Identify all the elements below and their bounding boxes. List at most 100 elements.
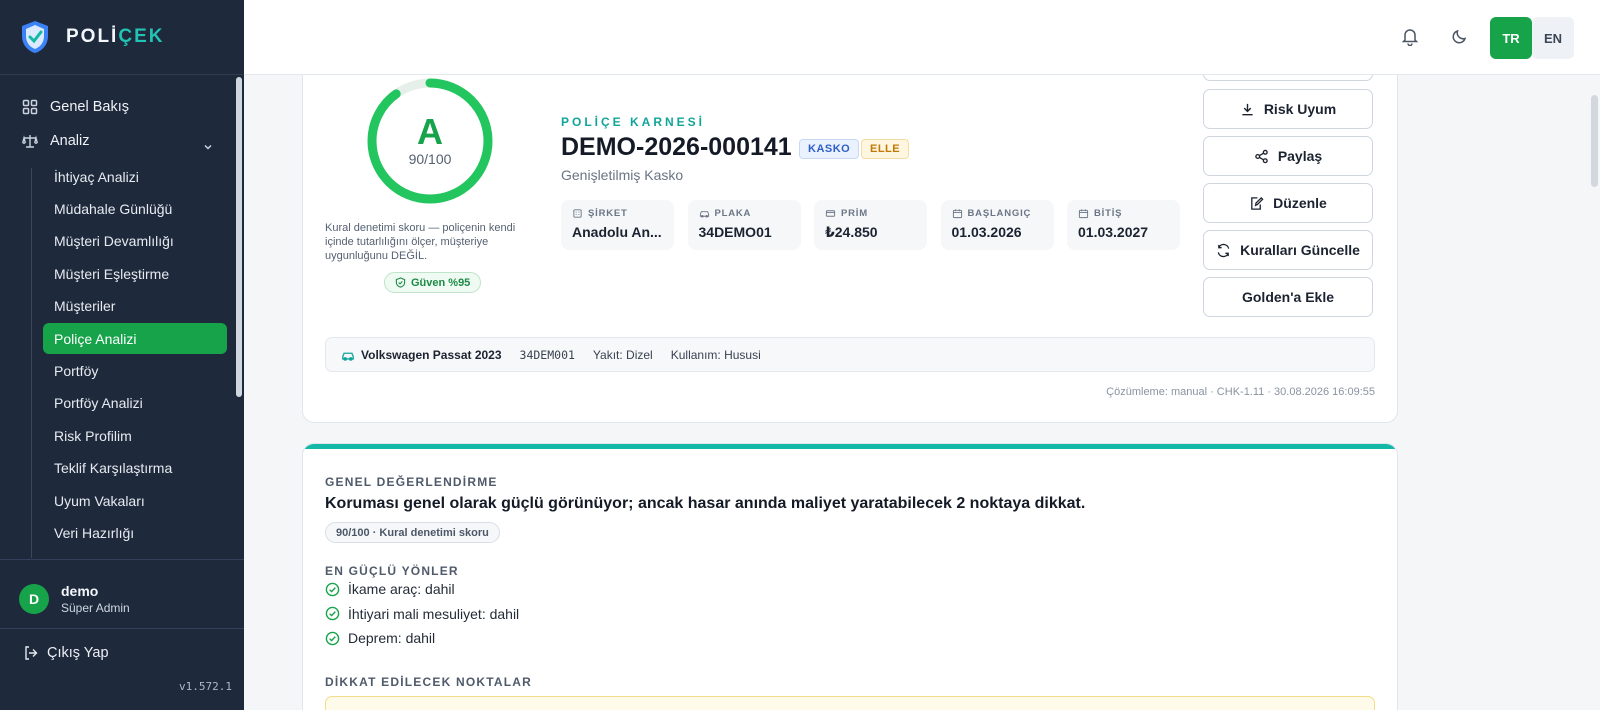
strength-text: İkame araç: dahil — [348, 581, 455, 597]
check-circle-icon — [325, 631, 340, 645]
info-label-text: ŞİRKET — [588, 208, 628, 219]
user-profile[interactable]: D demo Süper Admin — [19, 583, 130, 615]
policy-eyebrow: POLİÇE KARNESİ — [561, 115, 706, 129]
strength-text: İhtiyari mali mesuliyet: dahil — [348, 605, 520, 622]
trust-label: Güven %95 — [411, 276, 471, 289]
sidebar-subitem[interactable]: Müşteri Eşleştirme — [43, 258, 227, 289]
edit-button[interactable]: Düzenle — [1203, 183, 1373, 223]
bell-icon[interactable] — [1400, 26, 1420, 46]
info-value: Anadolu An... — [572, 224, 662, 240]
download-icon — [1242, 103, 1253, 115]
edit-label: Düzenle — [1273, 195, 1327, 211]
lang-en-button[interactable]: EN — [1532, 17, 1574, 59]
share-icon — [1255, 149, 1268, 163]
policy-subtitle: Genişletilmiş Kasko — [561, 167, 684, 183]
info-value: 34DEMO01 — [698, 224, 772, 240]
user-name: demo — [61, 583, 99, 599]
nav-item-label: Analiz — [50, 133, 90, 149]
nav-item-overview[interactable]: Genel Bakış — [22, 99, 129, 115]
sidebar-subitem[interactable]: Müdahale Günlüğü — [43, 193, 227, 224]
update-rules-button[interactable]: Kuralları Güncelle — [1203, 230, 1373, 270]
user-role: Süper Admin — [61, 601, 130, 615]
strength-item: Deprem: dahil — [325, 630, 435, 646]
info-box: PLAKA 34DEMO01 — [687, 200, 801, 250]
sidebar-subitem[interactable]: Portföy Analizi — [43, 388, 227, 419]
vehicle-name: Volkswagen Passat 2023 — [361, 347, 502, 362]
strength-item: İkame araç: dahil — [325, 581, 455, 597]
info-label-text: PRİM — [841, 208, 868, 219]
trust-badge: Güven %95 — [384, 272, 482, 293]
share-label: Paylaş — [1277, 148, 1323, 164]
attention-item — [325, 696, 1375, 710]
policy-type-badge: KASKO — [799, 139, 860, 159]
topbar: TR EN — [244, 0, 1600, 75]
vehicle-fuel: Yakıt: Dizel — [592, 347, 653, 362]
moon-icon[interactable] — [1450, 26, 1470, 46]
vehicle-info-bar: Volkswagen Passat 2023 34DEM001 Yakıt: D… — [325, 337, 1375, 372]
divider — [0, 559, 244, 560]
score-pill: 90/100 · Kural denetimi skoru — [325, 522, 500, 543]
sidebar-subitem[interactable]: Poliçe Analizi — [43, 323, 227, 354]
scale-icon — [22, 135, 38, 148]
update-rules-label: Kuralları Güncelle — [1240, 242, 1360, 258]
sidebar-scrollbar[interactable] — [236, 77, 242, 397]
info-label: PLAKA — [699, 208, 790, 219]
nav-item-analysis[interactable]: Analiz — [22, 133, 90, 149]
info-label-text: BİTİŞ — [1094, 208, 1123, 219]
grid-icon — [22, 99, 38, 115]
risk-uyum-button[interactable]: Risk Uyum — [1203, 89, 1373, 129]
attention-label: DİKKAT EDİLECEK NOKTALAR — [325, 675, 533, 689]
vehicle-plate: 34DEM001 — [519, 347, 575, 362]
avatar: D — [19, 584, 49, 614]
brand[interactable]: POLİÇEK — [0, 0, 244, 75]
sidebar-subitem[interactable]: Uyum Vakaları — [43, 485, 227, 516]
resolution-meta: Çözümleme: manual · CHK-1.11 · 30.08.202… — [1106, 386, 1375, 398]
strength-text: Deprem: dahil — [348, 630, 436, 646]
logout-button[interactable]: Çıkış Yap — [23, 645, 109, 661]
check-circle-icon — [325, 582, 340, 596]
sidebar-subitem[interactable]: İhtiyaç Analizi — [43, 161, 227, 192]
sidebar-subitem[interactable]: Risk Profilim — [43, 420, 227, 451]
score-text: 90/100 — [408, 151, 452, 167]
policy-report-card: A 90/100 Kural denetimi skoru — poliçeni… — [302, 40, 1398, 423]
submenu-guide-line — [31, 168, 32, 558]
add-golden-button[interactable]: Golden'a Ekle — [1203, 277, 1373, 317]
assessment-card: GENEL DEĞERLENDİRME Koruması genel olara… — [302, 443, 1398, 710]
info-box: ŞİRKET Anadolu An... — [561, 200, 674, 250]
add-golden-label: Golden'a Ekle — [1241, 289, 1335, 305]
assessment-summary: Koruması genel olarak güçlü görünüyor; a… — [325, 495, 1086, 512]
logout-label: Çıkış Yap — [47, 645, 109, 661]
share-button[interactable]: Paylaş — [1203, 136, 1373, 176]
shield-check-icon — [395, 277, 406, 288]
car-icon — [342, 352, 354, 361]
calendar-icon — [1078, 209, 1089, 219]
version-label: v1.572.1 — [179, 680, 232, 693]
assessment-label: GENEL DEĞERLENDİRME — [325, 475, 498, 489]
info-value: 01.03.2027 — [1078, 224, 1149, 240]
info-box: BİTİŞ 01.03.2027 — [1067, 200, 1180, 250]
sidebar-subitem[interactable]: Portföy — [43, 355, 227, 386]
building-icon — [573, 209, 582, 218]
lang-tr-button[interactable]: TR — [1490, 17, 1532, 59]
sidebar-subitem[interactable]: Müşteriler — [43, 291, 227, 322]
sidebar-subitem[interactable]: Teklif Karşılaştırma — [43, 453, 227, 484]
policy-number: DEMO-2026-000141 — [561, 133, 792, 161]
calendar-icon — [952, 209, 962, 219]
nav-item-label: Genel Bakış — [50, 99, 129, 115]
page-scrollbar[interactable] — [1591, 95, 1598, 187]
divider — [0, 628, 244, 629]
sidebar-subitem[interactable]: Müşteri Devamlılığı — [43, 226, 227, 257]
strengths-label: EN GÜÇLÜ YÖNLER — [325, 564, 459, 578]
risk-uyum-label: Risk Uyum — [1263, 101, 1337, 117]
logout-icon — [25, 646, 38, 660]
chevron-down-icon[interactable] — [202, 141, 214, 153]
check-circle-icon — [325, 606, 340, 621]
policy-source-badge: ELLE — [861, 139, 910, 159]
vehicle-usage: Kullanım: Husus‍i — [670, 347, 761, 362]
sidebar-subitem[interactable]: Veri Hazırlığı — [43, 517, 227, 548]
edit-icon — [1251, 196, 1264, 210]
info-label: ŞİRKET — [572, 208, 663, 219]
info-box: BAŞLANGIÇ 01.03.2026 — [940, 200, 1054, 250]
sidebar: POLİÇEK Genel Bakış Analiz İhtiyaç Anali… — [0, 0, 244, 710]
score-note: Kural denetimi skoru — poliçenin kendi i… — [325, 222, 516, 262]
